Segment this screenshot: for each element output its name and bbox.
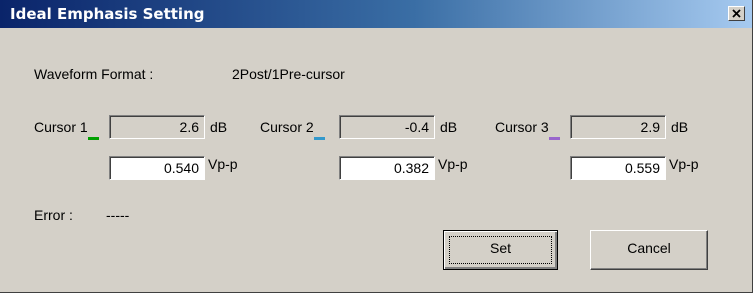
cursor-2-vpp-unit: Vp-p <box>438 156 468 172</box>
cursor-2-db-unit: dB <box>440 119 458 135</box>
cancel-button[interactable]: Cancel <box>590 230 708 270</box>
error-label: Error : <box>34 207 73 223</box>
waveform-format-value: 2Post/1Pre-cursor <box>232 66 345 82</box>
close-icon <box>732 9 741 18</box>
set-button[interactable]: Set <box>443 230 558 270</box>
cursor-1-db-field: 2.6 <box>109 115 205 139</box>
ideal-emphasis-dialog: Ideal Emphasis Setting Waveform Format :… <box>0 0 753 293</box>
cursor-1-color-marker <box>88 137 99 140</box>
cursor-2-number: 2 <box>305 119 314 135</box>
cursor-3-number: 3 <box>540 119 549 135</box>
window-title: Ideal Emphasis Setting <box>10 5 205 23</box>
error-value: ----- <box>106 207 130 223</box>
title-bar[interactable]: Ideal Emphasis Setting <box>0 0 752 28</box>
cursor-1-label: Cursor 1 <box>34 119 88 135</box>
cursor-3-label: Cursor 3 <box>495 119 549 135</box>
focus-indicator <box>449 236 552 264</box>
cursor-3-vpp-field: 0.559 <box>570 156 666 180</box>
cursor-1-number: 1 <box>79 119 88 135</box>
cancel-button-label: Cancel <box>627 240 671 256</box>
cursor-3-db-unit: dB <box>671 119 689 135</box>
cursor-3-color-marker <box>549 137 560 140</box>
cursor-1-db-unit: dB <box>210 119 228 135</box>
cursor-1-vpp-field: 0.540 <box>109 156 205 180</box>
cursor-2-vpp-field: 0.382 <box>339 156 435 180</box>
cursor-3-vpp-unit: Vp-p <box>669 156 699 172</box>
cursor-2-label: Cursor 2 <box>260 119 314 135</box>
waveform-format-label: Waveform Format : <box>34 66 154 82</box>
close-button[interactable] <box>728 6 745 21</box>
cursor-3-db-field: 2.9 <box>570 115 666 139</box>
cursor-2-db-field: -0.4 <box>339 115 435 139</box>
cursor-2-color-marker <box>314 137 325 140</box>
cursor-1-vpp-unit: Vp-p <box>208 156 238 172</box>
